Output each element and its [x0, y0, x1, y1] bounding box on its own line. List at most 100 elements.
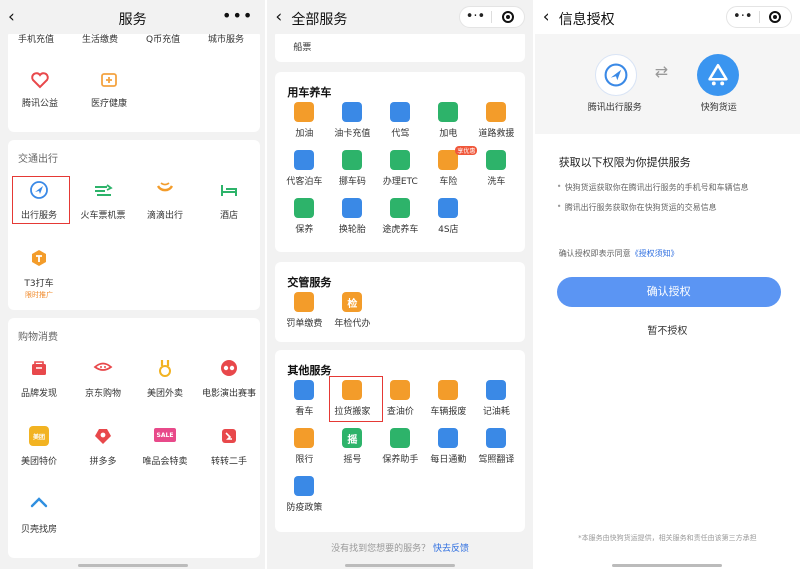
service-label: 摇号: [343, 455, 362, 465]
back-icon[interactable]: ‹: [543, 7, 550, 27]
service-item[interactable]: 办理ETC: [379, 150, 421, 190]
service-item[interactable]: 查油价: [379, 380, 421, 420]
service-item[interactable]: 代客泊车: [283, 150, 325, 190]
ticket-yuan-icon: [294, 292, 315, 312]
service-label: 车险: [439, 177, 458, 187]
vip-sale-icon: SALE: [154, 428, 176, 442]
service-item[interactable]: 挪车码: [331, 150, 373, 190]
service-label: 腾讯公益: [21, 99, 59, 109]
more-icon[interactable]: •·•: [460, 7, 492, 27]
nav-bar: ‹ 全部服务 •·•: [267, 0, 533, 34]
close-target-icon[interactable]: [760, 11, 792, 23]
recycle-truck-icon: [708, 63, 728, 86]
feedback-link[interactable]: 快去反馈: [433, 544, 469, 554]
close-target-icon[interactable]: [492, 11, 524, 23]
service-label: 电影演出赛事: [201, 389, 257, 399]
service-item[interactable]: 换轮胎: [331, 198, 373, 238]
service-label: 品牌发现: [20, 389, 58, 399]
shop-icon: [32, 361, 46, 375]
app-name-left: 腾讯出行服务: [587, 103, 642, 113]
car-wash-icon: [486, 150, 507, 170]
service-item-vip[interactable]: SALE 唯品会特卖: [138, 426, 192, 470]
service-item-charity[interactable]: 腾讯公益: [18, 70, 62, 114]
service-item-jd[interactable]: 京东购物: [76, 358, 130, 402]
service-label: 医疗健康: [90, 99, 128, 109]
more-icon[interactable]: •••: [222, 6, 253, 25]
more-icon[interactable]: •·•: [727, 7, 759, 27]
service-item[interactable]: 防疫政策: [283, 476, 325, 516]
service-label: 保养: [295, 225, 314, 235]
other-services-card: 其他服务 看车 拉货搬家 查油价 车辆报废 记油耗 限行摇摇号 保养助手 每日通勤 驾照翻译 防疫…: [275, 350, 526, 532]
mini-program-capsule: •·•: [458, 6, 525, 28]
service-item[interactable]: 罚单缴费: [283, 292, 325, 332]
service-item[interactable]: 洗车: [475, 150, 517, 190]
service-label: 挪车码: [338, 177, 366, 187]
service-item[interactable]: 每日通勤: [427, 428, 469, 468]
service-item[interactable]: 代驾: [379, 102, 421, 142]
service-item-beike[interactable]: 贝壳找房: [12, 494, 66, 538]
disclaimer-note: *本服务由快狗货运提供，相关服务和责任由该第三方承担: [578, 534, 757, 542]
decline-authorize-button[interactable]: 暂不授权: [535, 322, 800, 337]
service-item-hotel[interactable]: 酒店: [202, 178, 256, 222]
service-item-zhuanzhuan[interactable]: 转转二手: [200, 426, 258, 470]
back-icon[interactable]: ‹: [275, 7, 282, 27]
service-item[interactable]: 检年检代办: [331, 292, 373, 332]
service-item-train[interactable]: 火车票机票: [76, 178, 130, 222]
service-item-movie[interactable]: 电影演出赛事: [200, 358, 258, 402]
service-item-medical[interactable]: 医疗健康: [82, 70, 136, 114]
fuel-card-icon: [342, 102, 363, 122]
service-item-pdd[interactable]: 拼多多: [76, 426, 130, 470]
service-item[interactable]: 4S店: [427, 198, 469, 238]
4s-store-icon: [438, 198, 459, 218]
service-item[interactable]: 驾照翻译: [475, 428, 517, 468]
service-label: 记油耗: [482, 407, 510, 417]
shopping-card: 购物消费 品牌发现 京东购物 美团外卖 电影演出赛事 美团 美团特价 拼多多 S…: [8, 318, 260, 558]
service-label: 滴滴出行: [146, 211, 184, 221]
oil-can-icon: [294, 198, 315, 218]
service-label: 美团外卖: [146, 389, 184, 399]
service-item[interactable]: 保养助手: [379, 428, 421, 468]
agreement-text: 确认授权即表示同意: [558, 249, 631, 258]
service-label: 保养助手: [382, 455, 419, 465]
service-item[interactable]: 加电: [427, 102, 469, 142]
service-item[interactable]: 摇摇号: [331, 428, 373, 468]
section-title: 其他服务: [287, 364, 332, 377]
service-item[interactable]: 道路救援: [475, 102, 517, 142]
lottery-icon: 摇: [342, 428, 363, 448]
service-label: T3打车: [24, 279, 54, 289]
service-item-meituan-deal[interactable]: 美团 美团特价: [12, 426, 66, 470]
confirm-authorize-button[interactable]: 确认授权: [556, 277, 781, 307]
service-item-didi[interactable]: 滴滴出行: [138, 178, 192, 222]
service-item[interactable]: 记油耗: [475, 380, 517, 420]
section-title: 购物消费: [18, 332, 58, 343]
gauge-icon: [486, 380, 507, 400]
etc-icon: [390, 150, 411, 170]
agreement-link[interactable]: 《授权须知》: [631, 249, 679, 258]
service-item-brand[interactable]: 品牌发现: [12, 358, 66, 402]
agreement-line: 确认授权即表示同意《授权须知》: [559, 248, 679, 259]
service-label: 火车票机票: [80, 211, 126, 221]
service-item-meituan-waimai[interactable]: 美团外卖: [138, 358, 192, 402]
service-item[interactable]: 油卡充值: [331, 102, 373, 142]
service-label: 换轮胎: [338, 225, 366, 235]
service-item[interactable]: 车辆报废: [427, 380, 469, 420]
service-label: 油卡充值: [334, 129, 371, 139]
car-services-card: 用车养车 加油 油卡充值 代驾 加电 道路救援代客泊车挪车码 办理ETC 享优惠 车险 洗车保养…: [275, 72, 526, 252]
service-item[interactable]: 保养: [283, 198, 325, 238]
service-item[interactable]: 看车: [283, 380, 325, 420]
inspection-icon: 检: [342, 292, 363, 312]
service-item-t3[interactable]: T3打车 限时推广: [12, 246, 66, 302]
tencent-travel-logo: [594, 54, 637, 96]
service-item[interactable]: 享优惠 车险: [427, 146, 478, 190]
service-item[interactable]: 限行: [283, 428, 325, 468]
t3-taxi-icon: [32, 250, 46, 266]
service-item[interactable]: 途虎养车: [379, 198, 421, 238]
traffic-services-card: 交管服务 罚单缴费检年检代办: [275, 262, 526, 342]
service-label[interactable]: 船票: [293, 40, 311, 53]
service-item[interactable]: 加油: [283, 102, 325, 142]
service-label: 洗车: [487, 177, 506, 187]
license-translate-icon: [486, 428, 507, 448]
highlight-box: [12, 176, 70, 224]
nav-bar: ‹ 信息授权 •·•: [534, 0, 800, 34]
section-title: 用车养车: [287, 86, 332, 99]
